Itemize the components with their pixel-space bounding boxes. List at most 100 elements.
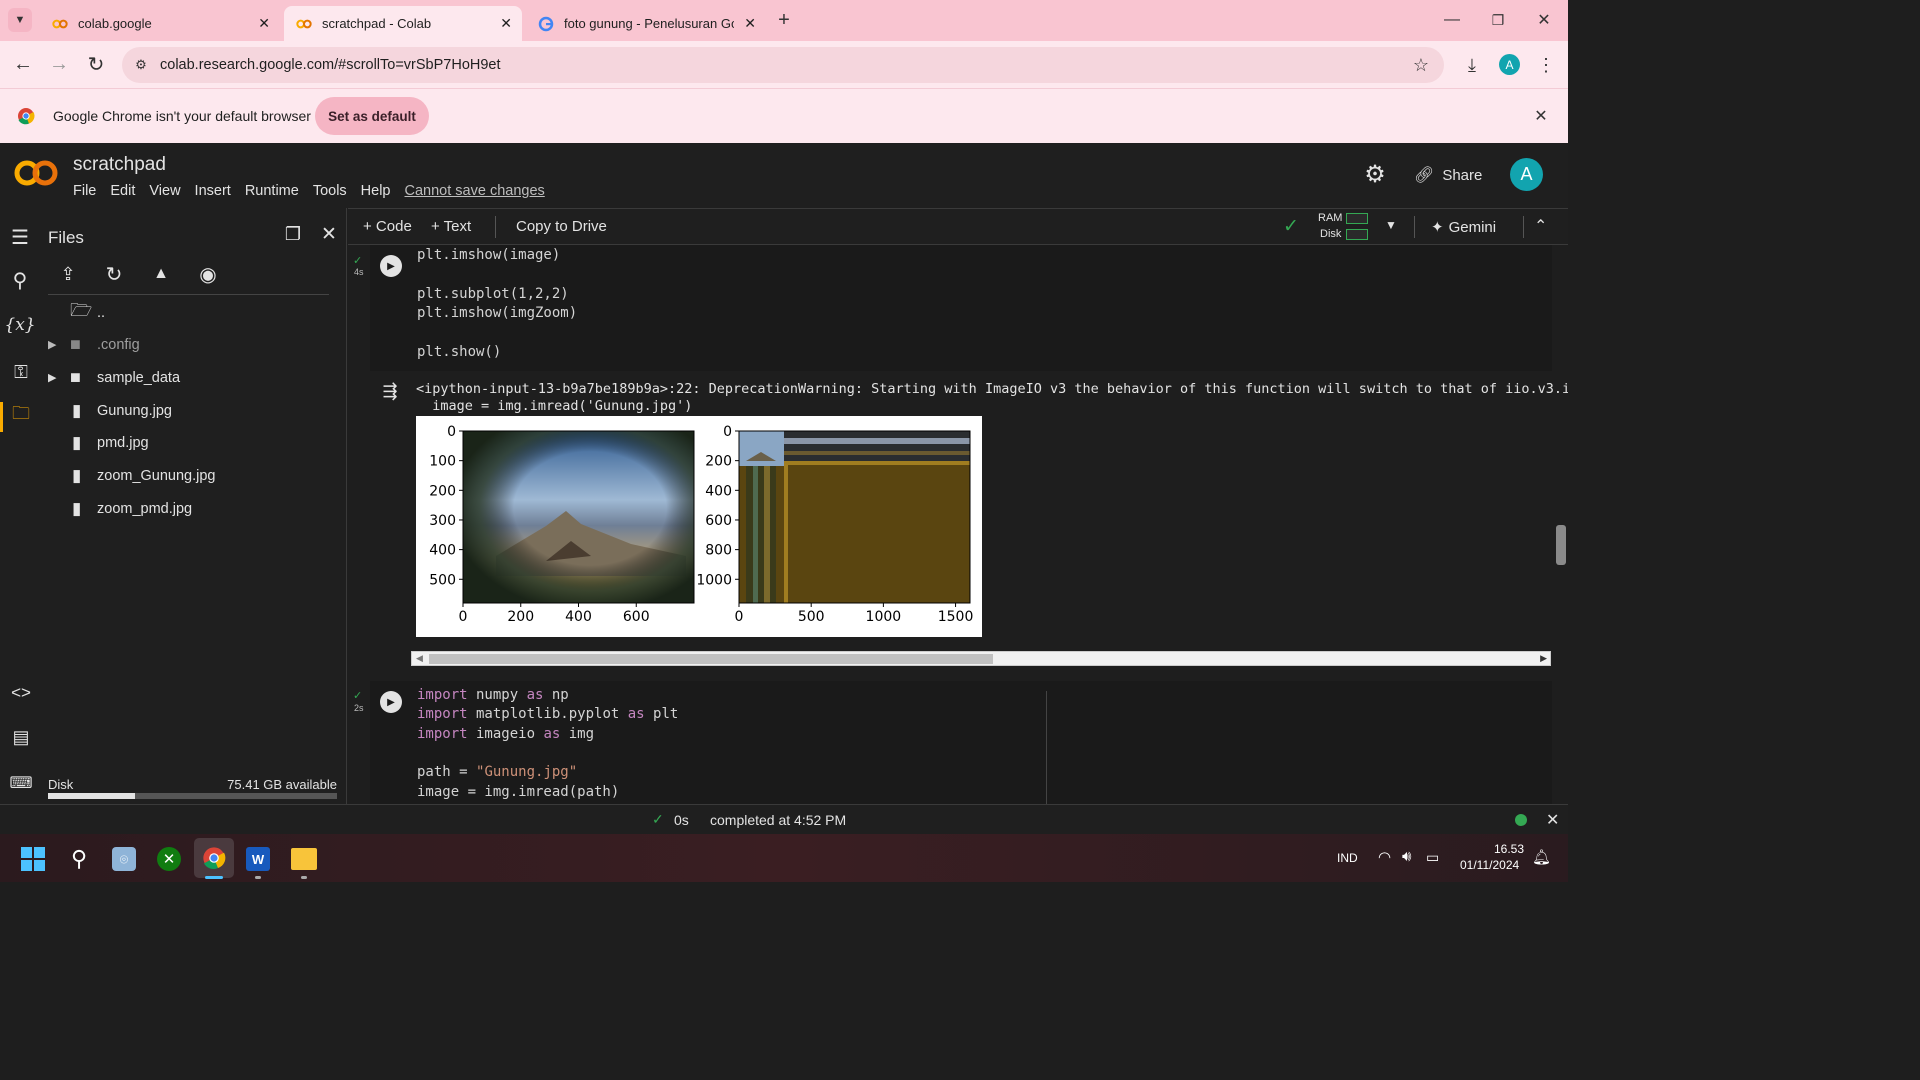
profile-avatar[interactable]: A xyxy=(1499,54,1520,75)
taskbar-app-icon[interactable]: ⌾ xyxy=(112,847,136,871)
colab-logo-icon[interactable] xyxy=(14,159,58,187)
expand-chevron-icon[interactable]: ▶ xyxy=(48,371,70,384)
scrollbar-thumb[interactable] xyxy=(429,654,993,664)
menu-view[interactable]: View xyxy=(149,183,180,199)
cell-status-check-icon: ✓ xyxy=(353,690,363,702)
file-row-parent[interactable]: 🗁︎ .. xyxy=(70,296,105,329)
copy-to-drive-button[interactable]: Copy to Drive xyxy=(516,218,607,235)
menu-insert[interactable]: Insert xyxy=(195,183,231,199)
file-row-config[interactable]: ▶ ■ .config xyxy=(48,328,140,361)
chrome-taskbar-icon[interactable] xyxy=(202,846,226,870)
menu-help[interactable]: Help xyxy=(361,183,391,199)
menu-runtime[interactable]: Runtime xyxy=(245,183,299,199)
command-palette-icon[interactable]: ▤ xyxy=(8,725,34,749)
cannot-save-link[interactable]: Cannot save changes xyxy=(405,183,545,199)
restore-window-icon[interactable]: ❐ xyxy=(1482,6,1514,34)
close-tab-icon[interactable]: ✕ xyxy=(258,15,270,32)
word-icon[interactable]: W xyxy=(246,847,270,871)
browser-menu-icon[interactable]: ⋮ xyxy=(1536,53,1556,77)
disk-meter[interactable] xyxy=(1346,229,1368,240)
output-actions-icon[interactable]: ⇶ xyxy=(378,379,402,403)
upload-file-icon[interactable]: ⇪ xyxy=(56,262,80,286)
notification-bell-icon[interactable]: 🔔︎ xyxy=(1532,848,1551,866)
reload-icon[interactable]: ↻ xyxy=(83,51,109,77)
tab-foto-gunung[interactable]: foto gunung - Penelusuran Goo ✕ xyxy=(526,6,766,41)
file-row-sample-data[interactable]: ▶ ■ sample_data xyxy=(48,361,180,394)
runtime-dropdown-icon[interactable]: ▼ xyxy=(1385,218,1397,232)
variables-icon[interactable]: {x} xyxy=(4,313,36,337)
set-as-default-button[interactable]: Set as default xyxy=(315,97,429,135)
close-status-icon[interactable]: ✕ xyxy=(1546,810,1559,830)
site-info-icon[interactable]: ⚙ xyxy=(132,56,150,74)
folder-icon[interactable]: 🗀︎ xyxy=(8,403,34,428)
settings-gear-icon[interactable]: ⚙ xyxy=(1362,161,1388,188)
notebook-vertical-scrollbar[interactable] xyxy=(1556,525,1566,565)
mount-drive-icon[interactable]: ▲ xyxy=(148,262,174,286)
keyword-token: import xyxy=(417,706,468,722)
run-cell-button-icon[interactable]: ▶ xyxy=(380,255,402,277)
code-cell[interactable]: ▶ import numpy as np import matplotlib.py… xyxy=(370,681,1552,804)
user-avatar[interactable]: A xyxy=(1510,158,1543,191)
run-cell-button-icon[interactable]: ▶ xyxy=(380,691,402,713)
terminal-icon[interactable]: ⌨ xyxy=(8,771,34,795)
taskbar-search-icon[interactable]: ⚲ xyxy=(66,846,92,872)
add-text-button[interactable]: + Text xyxy=(431,218,471,235)
y-tick-label: 400 xyxy=(429,543,456,559)
language-indicator[interactable]: IND xyxy=(1337,851,1358,865)
secrets-key-icon[interactable]: ⚿ xyxy=(8,360,34,384)
download-icon[interactable]: ⤓ xyxy=(1460,53,1484,77)
google-favicon-icon xyxy=(538,16,554,31)
add-code-button[interactable]: + Code xyxy=(363,218,412,235)
file-row-pmd[interactable]: ▮ pmd.jpg xyxy=(72,426,149,459)
output-warning: <ipython-input-13-b9a7be189b9a>:22: Depr… xyxy=(416,381,1568,397)
url-omnibox[interactable]: ⚙ colab.research.google.com/#scrollTo=vr… xyxy=(122,47,1444,83)
close-infobar-icon[interactable]: ✕ xyxy=(1530,105,1552,127)
menu-edit[interactable]: Edit xyxy=(110,183,135,199)
wifi-icon[interactable]: ◠ xyxy=(1378,848,1391,866)
scroll-left-icon[interactable]: ◀ xyxy=(416,653,423,664)
bookmark-star-icon[interactable]: ☆ xyxy=(1410,54,1432,76)
taskbar-open-indicator xyxy=(255,876,261,879)
close-window-icon[interactable]: ✕ xyxy=(1528,6,1560,34)
file-row-zoom-gunung[interactable]: ▮ zoom_Gunung.jpg xyxy=(72,459,216,492)
output-horizontal-scrollbar[interactable]: ◀ ▶ xyxy=(411,651,1551,666)
close-tab-icon[interactable]: ✕ xyxy=(500,15,512,32)
code-cell[interactable]: ▶ plt.imshow(image) plt.subplot(1,2,2) p… xyxy=(370,245,1552,371)
tab-colab-google[interactable]: colab.google ✕ xyxy=(40,6,280,41)
new-tab-plus-icon[interactable]: + xyxy=(772,8,796,32)
code-snippets-icon[interactable]: <> xyxy=(8,681,34,705)
file-row-zoom-pmd[interactable]: ▮ zoom_pmd.jpg xyxy=(72,492,192,525)
file-explorer-icon[interactable] xyxy=(291,848,317,870)
x-tick-label: 500 xyxy=(798,609,825,625)
search-icon[interactable]: ⚲ xyxy=(8,268,32,292)
ram-meter[interactable] xyxy=(1346,213,1368,224)
show-hidden-eye-icon[interactable]: ◉ xyxy=(194,262,222,286)
clock-time[interactable]: 16.53 xyxy=(1494,842,1524,856)
share-button[interactable]: 🔗︎ Share xyxy=(1414,165,1482,185)
scroll-right-icon[interactable]: ▶ xyxy=(1540,653,1547,664)
file-row-gunung[interactable]: ▮ Gunung.jpg xyxy=(72,394,172,427)
menu-file[interactable]: File xyxy=(73,183,96,199)
close-tab-icon[interactable]: ✕ xyxy=(744,15,756,32)
gemini-button[interactable]: ✦ Gemini xyxy=(1431,218,1496,237)
clock-date[interactable]: 01/11/2024 xyxy=(1460,858,1519,872)
battery-icon[interactable]: ▭ xyxy=(1426,849,1439,866)
address-bar-row: ← → ↻ ⚙ colab.research.google.com/#scrol… xyxy=(0,41,1568,88)
close-panel-icon[interactable]: ✕ xyxy=(317,222,341,246)
tab-scratchpad[interactable]: scratchpad - Colab ✕ xyxy=(284,6,522,41)
volume-icon[interactable]: 🔊︎ xyxy=(1402,848,1411,865)
back-arrow-icon[interactable]: ← xyxy=(10,51,36,77)
xbox-icon[interactable]: ✕ xyxy=(157,847,181,871)
notebook-title[interactable]: scratchpad xyxy=(73,154,166,176)
files-divider xyxy=(48,294,329,295)
windows-start-icon[interactable] xyxy=(21,847,45,871)
tab-search-chevron-icon[interactable]: ▼ xyxy=(8,8,32,32)
expand-chevron-icon[interactable]: ▶ xyxy=(48,338,70,351)
table-of-contents-icon[interactable]: ☰ xyxy=(8,225,32,249)
collapse-chevron-icon[interactable]: ⌃ xyxy=(1534,216,1547,236)
minimize-window-icon[interactable]: — xyxy=(1436,6,1468,34)
open-in-tab-icon[interactable]: ❐ xyxy=(280,222,306,246)
refresh-icon[interactable]: ↻ xyxy=(102,262,126,286)
forward-arrow-icon[interactable]: → xyxy=(46,51,72,77)
menu-tools[interactable]: Tools xyxy=(313,183,347,199)
